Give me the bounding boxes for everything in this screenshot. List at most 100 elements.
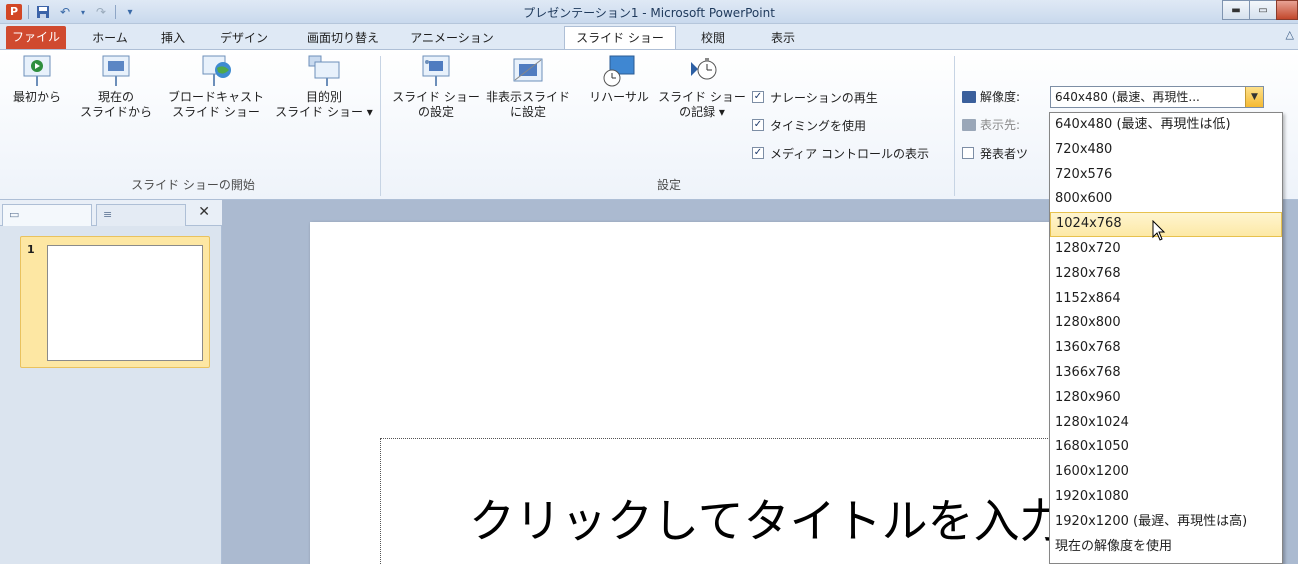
- tab-slide-show[interactable]: スライド ショー: [564, 26, 676, 49]
- presenter-view-checkbox[interactable]: 発表者ツ: [962, 144, 1028, 162]
- resolution-option[interactable]: 1366x768: [1050, 361, 1282, 386]
- hide-slide-button[interactable]: 非表示スライド に設定: [480, 54, 576, 120]
- broadcast-label-1: ブロードキャスト: [167, 90, 264, 104]
- title-placeholder[interactable]: クリックしてタイトルを入力: [380, 438, 1140, 564]
- resolution-option[interactable]: 1280x768: [1050, 262, 1282, 287]
- outline-tab-icon: ≡: [103, 208, 113, 221]
- tab-transitions[interactable]: 画面切り替え: [294, 27, 392, 49]
- slide-number: 1: [27, 243, 35, 256]
- custom-slide-show-button[interactable]: 目的別 スライド ショー ▾: [270, 54, 378, 120]
- display-monitor-icon: [962, 118, 976, 131]
- mouse-pointer-icon: [1152, 219, 1166, 242]
- show-media-controls-label: メディア コントロールの表示: [770, 146, 929, 161]
- display-on-row: 表示先:: [962, 116, 1020, 133]
- resolution-option[interactable]: 現在の解像度を使用: [1050, 535, 1282, 560]
- tab-file[interactable]: ファイル: [6, 26, 66, 49]
- slide-thumbnail-selected[interactable]: 1: [20, 236, 210, 368]
- resolution-label-row: 解像度:: [962, 88, 1020, 105]
- broadcast-globe-icon: [199, 54, 233, 86]
- tab-review[interactable]: 校閲: [690, 27, 736, 49]
- resolution-option[interactable]: 800x600: [1050, 187, 1282, 212]
- broadcast-label-2: スライド ショー: [172, 105, 260, 119]
- setup-show-label-1: スライド ショー: [392, 90, 480, 104]
- rehearse-icon: [602, 54, 636, 87]
- ribbon-tabs: ファイル ホーム 挿入 デザイン 画面切り替え アニメーション スライド ショー…: [0, 24, 1298, 49]
- from-beginning-button[interactable]: 最初から: [8, 54, 66, 105]
- record-show-label-2: の記録 ▾: [679, 105, 725, 119]
- custom-show-label-2: スライド ショー ▾: [275, 105, 373, 119]
- slide-thumbnail[interactable]: [47, 245, 203, 361]
- resolution-dropdown-list: 640x480 (最速、再現性は低) 720x480 720x576 800x600 1…: [1049, 112, 1283, 564]
- chevron-down-icon[interactable]: ▼: [1245, 87, 1263, 107]
- custom-show-label-1: 目的別: [305, 90, 342, 104]
- resolution-option[interactable]: 1152x864: [1050, 287, 1282, 312]
- show-media-controls-checkbox[interactable]: ✓ メディア コントロールの表示: [752, 144, 929, 162]
- title-bar: P ↶ ▾ ↷ ▾ プレゼンテーション1 - Microsoft PowerPo…: [0, 0, 1298, 24]
- record-slide-show-button[interactable]: スライド ショー の記録 ▾: [652, 54, 752, 120]
- resolution-option[interactable]: 1360x768: [1050, 336, 1282, 361]
- outline-tab[interactable]: ≡: [96, 204, 186, 226]
- display-on-label: 表示先:: [980, 118, 1021, 132]
- checkbox-checked-icon[interactable]: ✓: [752, 119, 764, 131]
- presenter-view-label: 発表者ツ: [980, 146, 1029, 161]
- title-placeholder-text: クリックしてタイトルを入力: [469, 494, 1066, 548]
- close-window-button[interactable]: [1276, 0, 1298, 20]
- start-group-label: スライド ショーの開始: [131, 178, 255, 192]
- tab-home[interactable]: ホーム: [78, 27, 142, 49]
- resolution-option[interactable]: 720x576: [1050, 163, 1282, 188]
- tab-animations[interactable]: アニメーション: [402, 27, 502, 49]
- use-timings-label: タイミングを使用: [770, 118, 867, 133]
- slides-tab[interactable]: ▭: [2, 204, 92, 226]
- resolution-option[interactable]: 1280x800: [1050, 311, 1282, 336]
- resolution-value: 640x480 (最速、再現性...: [1055, 90, 1200, 104]
- resolution-option[interactable]: 1920x1080: [1050, 485, 1282, 510]
- from-current-label-1: 現在の: [97, 90, 134, 104]
- monitor-icon: [962, 90, 976, 103]
- resolution-option[interactable]: 1024x768: [1050, 212, 1282, 237]
- slides-panel-tabs: ▭ ≡ ✕: [0, 200, 222, 226]
- resolution-option[interactable]: 1280x720: [1050, 237, 1282, 262]
- checkbox-checked-icon[interactable]: ✓: [752, 91, 764, 103]
- use-timings-checkbox[interactable]: ✓ タイミングを使用: [752, 116, 866, 134]
- from-current-label-2: スライドから: [80, 105, 153, 119]
- play-narrations-checkbox[interactable]: ✓ ナレーションの再生: [752, 88, 878, 106]
- setup-group-label: 設定: [656, 178, 681, 192]
- checkbox-checked-icon[interactable]: ✓: [752, 147, 764, 159]
- group-separator: [954, 56, 955, 196]
- set-up-slide-show-button[interactable]: スライド ショー の設定: [386, 54, 486, 120]
- window-title: プレゼンテーション1 - Microsoft PowerPoint: [523, 6, 775, 20]
- record-show-label-1: スライド ショー: [658, 90, 746, 104]
- minimize-button[interactable]: ▬: [1222, 0, 1250, 20]
- hide-slide-label-1: 非表示スライド: [485, 90, 570, 104]
- broadcast-slide-show-button[interactable]: ブロードキャスト スライド ショー: [166, 54, 266, 120]
- from-current-slide-button[interactable]: 現在の スライドから: [80, 54, 152, 120]
- resolution-option[interactable]: 1280x960: [1050, 386, 1282, 411]
- group-separator: [380, 56, 381, 196]
- resolution-option[interactable]: 640x480 (最速、再現性は低): [1050, 113, 1282, 138]
- setup-show-label-2: の設定: [417, 105, 454, 119]
- close-icon[interactable]: ✕: [198, 204, 210, 220]
- ribbon-minimize-icon[interactable]: △: [1286, 28, 1294, 41]
- rehearse-timings-button[interactable]: リハーサル: [586, 54, 652, 105]
- rehearse-label: リハーサル: [589, 90, 649, 104]
- resolution-option[interactable]: 1920x1200 (最遅、再現性は高): [1050, 510, 1282, 535]
- checkbox-unchecked-icon[interactable]: [962, 147, 974, 159]
- projector-current-icon: [99, 54, 133, 86]
- resolution-option[interactable]: 720x480: [1050, 138, 1282, 163]
- tab-insert[interactable]: 挿入: [150, 27, 196, 49]
- play-narrations-label: ナレーションの再生: [770, 90, 878, 105]
- custom-show-icon: [307, 54, 341, 86]
- resolution-option[interactable]: 1680x1050: [1050, 435, 1282, 460]
- hide-slide-icon: [511, 54, 545, 86]
- projector-play-icon: [20, 54, 54, 86]
- resolution-option[interactable]: 1280x1024: [1050, 411, 1282, 436]
- from-beginning-label: 最初から: [12, 90, 61, 104]
- slides-panel: ▭ ≡ ✕ 1: [0, 200, 222, 564]
- tab-design[interactable]: デザイン: [206, 27, 282, 49]
- resolution-option[interactable]: 1600x1200: [1050, 460, 1282, 485]
- resolution-combobox[interactable]: 640x480 (最速、再現性... ▼: [1050, 86, 1264, 108]
- setup-show-icon: [419, 54, 453, 86]
- maximize-button[interactable]: ▭: [1249, 0, 1277, 20]
- tab-view[interactable]: 表示: [760, 27, 806, 49]
- record-show-icon: [685, 54, 719, 86]
